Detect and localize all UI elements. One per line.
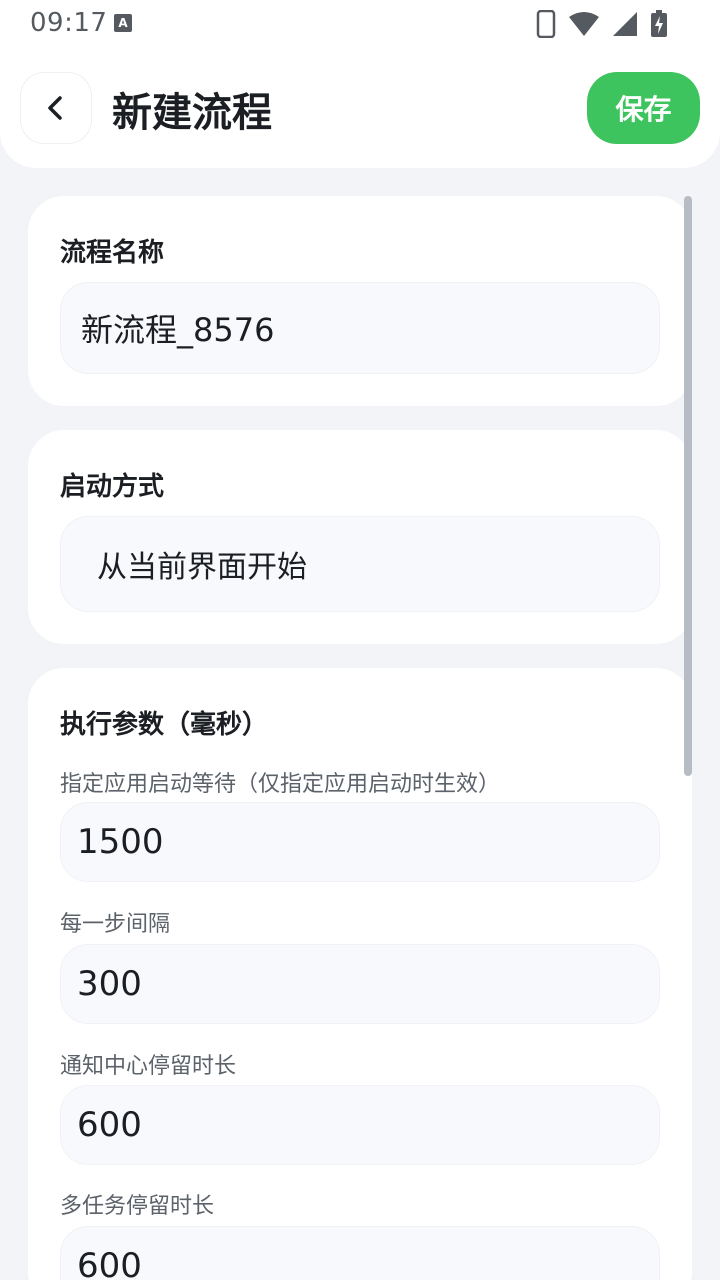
params-title: 执行参数（毫秒） xyxy=(60,710,269,740)
step-interval-input[interactable]: 300 xyxy=(60,944,660,1024)
scrollbar[interactable] xyxy=(684,196,692,776)
multitask-stay-value: 600 xyxy=(77,1246,142,1280)
signal-icon xyxy=(613,12,637,36)
app-launch-wait-value: 1500 xyxy=(77,822,164,862)
flow-name-value: 新流程_8576 xyxy=(81,311,275,349)
step-interval-value: 300 xyxy=(77,964,142,1004)
save-button[interactable]: 保存 xyxy=(587,72,700,144)
launch-mode-title: 启动方式 xyxy=(60,472,165,502)
launch-mode-card: 启动方式 从当前界面开始 xyxy=(28,430,692,644)
app-launch-wait-input[interactable]: 1500 xyxy=(60,802,660,882)
flow-name-input[interactable]: 新流程_8576 xyxy=(60,282,660,374)
status-time: 09:17 xyxy=(30,8,108,38)
flow-name-card: 流程名称 新流程_8576 xyxy=(28,196,692,406)
battery-charging-icon xyxy=(651,10,667,37)
status-icons xyxy=(536,10,668,38)
phone-icon xyxy=(536,10,556,38)
page-title: 新建流程 xyxy=(112,90,272,136)
chevron-left-icon xyxy=(48,96,62,120)
multitask-stay-label: 多任务停留时长 xyxy=(60,1194,215,1219)
app-header: 新建流程 保存 xyxy=(0,48,720,168)
flow-name-title: 流程名称 xyxy=(60,238,165,268)
back-button[interactable] xyxy=(20,72,92,144)
notification-icon: A xyxy=(114,14,132,32)
params-card: 执行参数（毫秒） 指定应用启动等待（仅指定应用启动时生效） 1500 每一步间隔… xyxy=(28,668,692,1280)
notification-stay-input[interactable]: 600 xyxy=(60,1085,660,1165)
multitask-stay-input[interactable]: 600 xyxy=(60,1226,660,1280)
notification-stay-value: 600 xyxy=(77,1105,142,1145)
wifi-icon xyxy=(569,12,599,36)
app-launch-wait-label: 指定应用启动等待（仅指定应用启动时生效） xyxy=(60,772,501,797)
launch-mode-select[interactable]: 从当前界面开始 xyxy=(60,516,660,612)
status-bar: 09:17 A xyxy=(0,0,720,48)
notification-stay-label: 通知中心停留时长 xyxy=(60,1054,237,1079)
step-interval-label: 每一步间隔 xyxy=(60,912,171,937)
launch-mode-value: 从当前界面开始 xyxy=(97,550,307,585)
